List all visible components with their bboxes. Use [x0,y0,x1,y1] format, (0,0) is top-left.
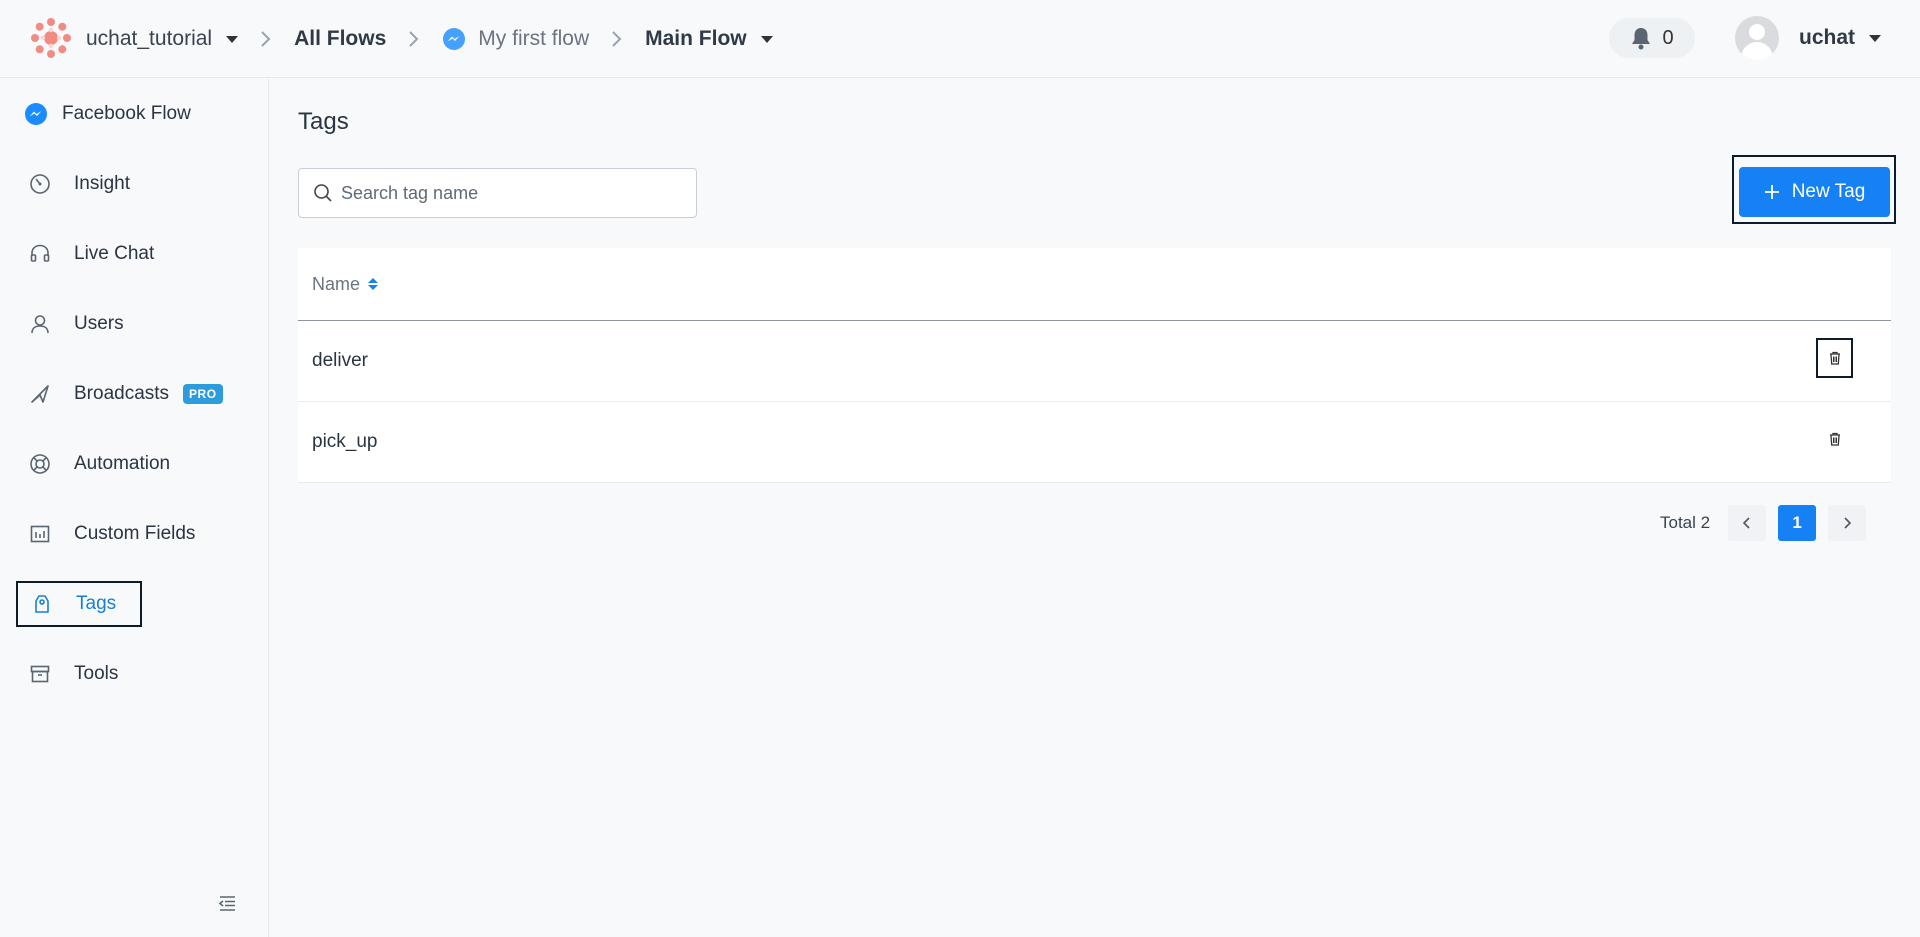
chevron-down-icon [226,35,239,43]
sidebar-item-tags[interactable]: Tags [16,581,142,627]
sidebar-item-label: Broadcasts [74,383,170,404]
search-input[interactable] [341,182,681,204]
trash-icon [1829,432,1840,446]
pagination: Total 2 1 [1660,505,1878,541]
sidebar-item-label: Facebook Flow [62,103,191,124]
tag-name-cell: pick_up [312,431,378,452]
search-field[interactable] [298,168,697,218]
tag-icon [30,592,54,616]
user-menu[interactable]: uchat [1735,14,1882,62]
sidebar-item-live-chat[interactable]: Live Chat [16,231,246,277]
sidebar-item-broadcasts[interactable]: Broadcasts PRO [16,371,246,417]
breadcrumb: uchat_tutorial All Flows My first flow M… [86,0,773,78]
trash-icon [1829,351,1840,365]
toolbox-icon [28,662,52,686]
fields-icon [28,522,52,546]
tag-name-cell: deliver [312,350,368,371]
subflow-selector[interactable]: Main Flow [645,27,773,51]
notification-count: 0 [1662,26,1674,49]
page-title: Tags [298,108,349,135]
chevron-right-icon [408,30,420,48]
workspace-selector[interactable]: uchat_tutorial [86,27,239,51]
chevron-right-icon [1844,517,1852,529]
headset-icon [28,242,52,266]
sidebar-item-insight[interactable]: Insight [16,161,246,207]
page-button[interactable]: 1 [1778,505,1817,541]
bell-icon [1632,28,1651,50]
delete-tag-button[interactable] [1816,338,1853,378]
sidebar-item-label: Users [74,313,124,334]
breadcrumb-all-flows[interactable]: All Flows [294,27,386,51]
gauge-icon [28,172,52,196]
chevron-right-icon [611,30,623,48]
delete-tag-button[interactable] [1816,419,1853,459]
sidebar-item-label: Tags [76,593,117,614]
sidebar-item-custom-fields[interactable]: Custom Fields [16,511,246,557]
sidebar-item-facebook-flow[interactable]: Facebook Flow [16,91,246,137]
subflow-name: Main Flow [645,27,747,50]
chevron-left-icon [1742,517,1750,529]
next-page-button[interactable] [1828,505,1867,541]
workspace-logo[interactable] [29,16,73,60]
breadcrumb-flow[interactable]: My first flow [442,27,589,51]
sidebar-item-label: Automation [74,453,171,474]
top-bar: uchat_tutorial All Flows My first flow M… [0,0,1920,78]
sidebar-item-users[interactable]: Users [16,301,246,347]
sidebar: Facebook Flow Insight Live Chat Users Br… [0,79,269,937]
table-header: Name [298,248,1891,321]
sort-icon[interactable] [368,278,379,290]
messenger-icon [443,28,466,50]
avatar [1735,16,1779,60]
megaphone-icon [28,382,52,406]
user-icon [28,312,52,336]
notifications-button[interactable]: 0 [1609,18,1695,58]
messenger-icon [24,102,48,126]
new-tag-label: New Tag [1791,181,1866,202]
user-name: uchat [1799,26,1856,49]
sidebar-item-label: Live Chat [74,243,155,264]
column-header-label: Name [312,273,361,294]
sidebar-item-label: Custom Fields [74,523,196,544]
search-icon [314,184,332,202]
chevron-down-icon [760,35,773,43]
lifebuoy-icon [28,452,52,476]
tags-table: Name deliver pick_up [298,248,1891,483]
sidebar-item-automation[interactable]: Automation [16,441,246,487]
column-header-name[interactable]: Name [312,273,379,295]
new-tag-button[interactable]: New Tag [1739,167,1890,217]
table-row: pick_up [298,402,1891,483]
chevron-down-icon [1869,34,1882,42]
table-row: deliver [298,321,1891,402]
breadcrumb-flow-label: My first flow [478,27,590,50]
collapse-sidebar-icon[interactable] [216,892,238,914]
sidebar-item-tools[interactable]: Tools [16,651,246,697]
chevron-right-icon [260,30,272,48]
sidebar-item-label: Tools [74,663,119,684]
sidebar-item-label: Insight [74,173,130,194]
prev-page-button[interactable] [1728,505,1767,541]
workspace-name: uchat_tutorial [86,27,213,50]
total-count: Total 2 [1660,513,1711,532]
pro-badge: PRO [183,384,223,404]
plus-icon [1764,185,1779,199]
